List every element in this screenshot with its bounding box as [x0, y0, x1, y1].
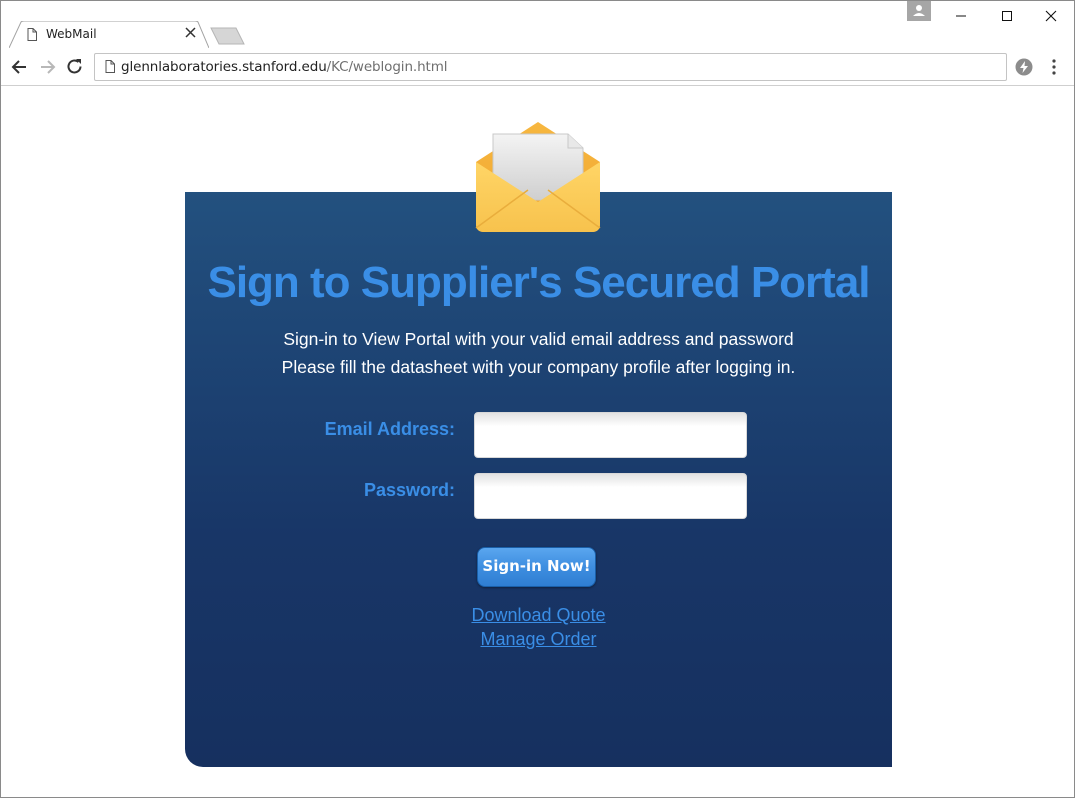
- envelope-icon: [475, 122, 601, 232]
- email-field[interactable]: [474, 412, 747, 458]
- back-arrow-icon[interactable]: [10, 57, 30, 77]
- reload-icon[interactable]: [65, 57, 85, 77]
- forward-arrow-icon[interactable]: [38, 57, 58, 77]
- password-label: Password:: [363, 480, 455, 500]
- subtext-line-2: Please fill the datasheet with your comp…: [281, 357, 796, 377]
- maximize-icon[interactable]: [984, 1, 1030, 31]
- url-path: /KC/weblogin.html: [326, 59, 448, 75]
- page-icon: [105, 60, 115, 73]
- close-icon[interactable]: [185, 26, 197, 40]
- browser-window: WebMail glennlaboratories.stanford.edu/K…: [0, 0, 1075, 798]
- download-quote-link[interactable]: Download Quote: [185, 605, 892, 626]
- manage-order-link[interactable]: Manage Order: [185, 629, 892, 650]
- minimize-icon[interactable]: [938, 1, 984, 31]
- user-icon[interactable]: [907, 1, 931, 21]
- address-bar[interactable]: glennlaboratories.stanford.edu/KC/weblog…: [94, 53, 1007, 81]
- sign-in-button[interactable]: Sign-in Now!: [477, 547, 596, 587]
- tab-shape: [9, 21, 209, 48]
- kebab-menu-icon[interactable]: [1051, 59, 1057, 75]
- browser-toolbar: glennlaboratories.stanford.edu/KC/weblog…: [1, 48, 1074, 86]
- tab-webmail[interactable]: WebMail: [9, 21, 209, 48]
- page-icon: [27, 28, 37, 41]
- page-content: Sign to Supplier's Secured Portal Sign-i…: [1, 86, 1074, 797]
- window-close-icon[interactable]: [1028, 1, 1074, 31]
- tab-title: WebMail: [46, 27, 97, 41]
- email-label: Email Address:: [324, 419, 455, 439]
- password-field[interactable]: [474, 473, 747, 519]
- bolt-icon[interactable]: [1015, 58, 1033, 76]
- url-text: glennlaboratories.stanford.edu/KC/weblog…: [121, 59, 448, 75]
- tab-strip: WebMail: [1, 1, 1074, 48]
- subtext-line-1: Sign-in to View Portal with your valid e…: [283, 329, 794, 349]
- url-host: glennlaboratories.stanford.edu: [121, 59, 327, 75]
- new-tab-button[interactable]: [210, 27, 246, 45]
- page-title: Sign to Supplier's Secured Portal: [207, 258, 870, 307]
